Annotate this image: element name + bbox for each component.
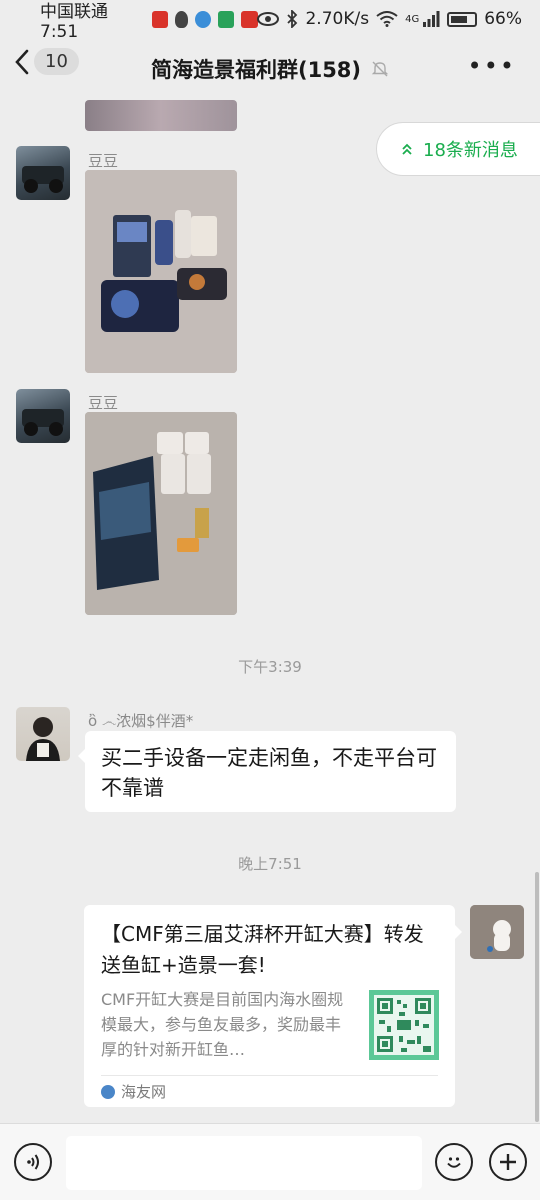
- self-avatar[interactable]: [470, 905, 524, 959]
- partial-image-message[interactable]: [85, 100, 237, 131]
- card-source: 海友网: [101, 1081, 166, 1102]
- sender-name: ὂ ෴浓烟$伴酒*: [88, 712, 194, 730]
- shield-icon: [175, 10, 189, 28]
- scrollbar[interactable]: [535, 872, 539, 1122]
- back-chevron-icon: [15, 49, 29, 74]
- card-title: 【CMF第三届艾湃杯开缸大赛】转发送鱼缸+造景一套!: [101, 922, 424, 977]
- new-messages-label: 18条新消息: [423, 140, 518, 161]
- network-speed: 2.70K/s: [305, 9, 370, 29]
- emoji-button[interactable]: [435, 1143, 473, 1181]
- message-input[interactable]: [66, 1136, 422, 1190]
- voice-button[interactable]: [14, 1143, 52, 1181]
- timestamp: 晚上7:51: [238, 855, 302, 873]
- double-up-icon: [402, 143, 412, 155]
- card-divider: [101, 1075, 438, 1076]
- voice-icon: [27, 1154, 39, 1170]
- network-type: 4G: [405, 13, 420, 25]
- new-messages-button[interactable]: 18条新消息: [376, 122, 540, 176]
- battery-level: 66%: [484, 9, 522, 29]
- notification-app-icon: [152, 10, 169, 28]
- sender-name: 豆豆: [88, 152, 119, 170]
- avatar[interactable]: [16, 707, 70, 761]
- carrier-time: 中国联通 7:51: [40, 1, 108, 42]
- text-message-bubble[interactable]: 买二手设备一定走闲鱼，不走平台可不靠谱: [78, 731, 456, 812]
- eye-icon: [257, 12, 280, 26]
- back-button[interactable]: 10: [14, 48, 79, 75]
- chat-header: 10 简海造景福利群(158) •••: [0, 38, 540, 100]
- chat-title: 简海造景福利群(158): [150, 58, 362, 82]
- battery-icon: [447, 11, 478, 27]
- source-logo-icon: [101, 1084, 115, 1099]
- message-text: 买二手设备一定走闲鱼，不走平台可不靠谱: [101, 746, 437, 800]
- image-message[interactable]: [85, 170, 237, 373]
- more-icon[interactable]: •••: [468, 52, 516, 80]
- card-description: CMF开缸大赛是目前国内海水圈规模最大，参与鱼友最多，奖励最丰厚的针对新开缸鱼…: [101, 990, 344, 1059]
- qr-code-thumbnail: [369, 990, 439, 1060]
- source-name: 海友网: [121, 1083, 167, 1101]
- more-functions-button[interactable]: [489, 1143, 527, 1181]
- mute-bell-icon: [371, 61, 389, 77]
- notification-app-icon: [195, 10, 212, 28]
- timestamp: 下午3:39: [238, 658, 302, 676]
- link-card-message[interactable]: 【CMF第三届艾湃杯开缸大赛】转发送鱼缸+造景一套! CMF开缸大赛是目前国内海…: [84, 905, 462, 1107]
- unread-count-badge: 10: [34, 48, 79, 75]
- notification-app-icon: [218, 10, 235, 28]
- message-input-bar: [0, 1123, 540, 1200]
- bluetooth-icon: [287, 10, 298, 28]
- avatar[interactable]: [16, 389, 70, 443]
- emoji-icon: [447, 1157, 461, 1168]
- sender-name: 豆豆: [88, 394, 119, 412]
- wifi-icon: [376, 11, 398, 27]
- avatar[interactable]: [16, 146, 70, 200]
- notification-app-icon: [241, 10, 258, 28]
- plus-icon: [500, 1154, 516, 1170]
- image-message[interactable]: [85, 412, 237, 615]
- signal-icon: [423, 11, 440, 27]
- status-bar: 中国联通 7:51 2.70K/s 4G 66%: [0, 0, 540, 42]
